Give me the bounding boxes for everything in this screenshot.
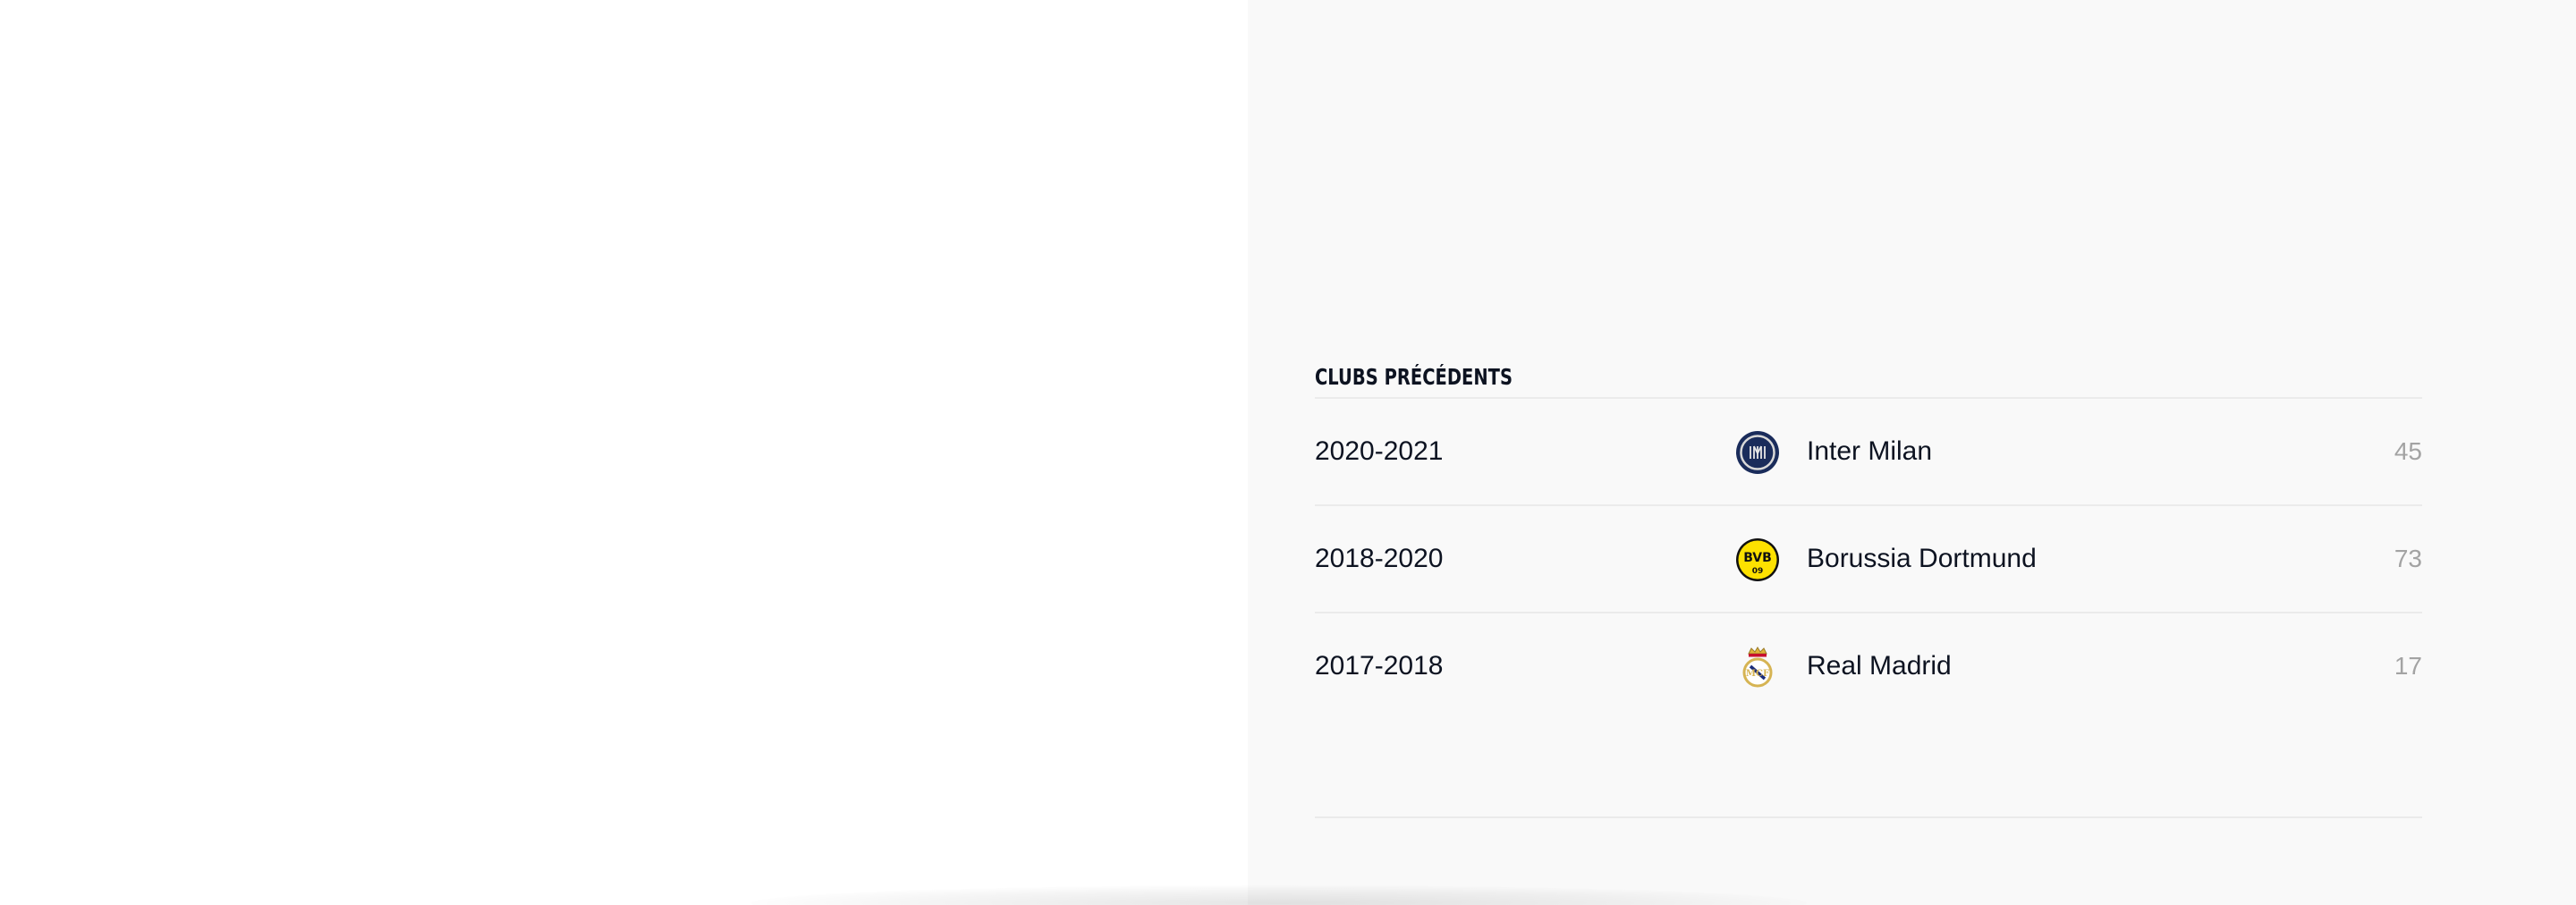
club-row[interactable]: 2017-2018 MCF Real Madrid 17 [1315, 613, 2422, 719]
club-name: Inter Milan [1807, 436, 1933, 466]
section-bottom-divider [1315, 816, 2422, 818]
svg-text:BVB: BVB [1743, 551, 1772, 565]
page: CLUBS PRÉCÉDENTS 2020-2021 Inter Milan 4… [0, 0, 2576, 905]
real-madrid-crest-icon: MCF [1735, 645, 1780, 689]
club-period: 2020-2021 [1315, 436, 1444, 466]
previous-clubs-section: CLUBS PRÉCÉDENTS 2020-2021 Inter Milan 4… [1315, 358, 2422, 719]
svg-text:MCF: MCF [1746, 669, 1769, 679]
club-period: 2017-2018 [1315, 651, 1444, 681]
club-row[interactable]: 2020-2021 Inter Milan 45 [1315, 399, 2422, 506]
borussia-dortmund-crest-icon: BVB 09 [1735, 537, 1780, 582]
club-appearances: 45 [2394, 437, 2422, 465]
club-appearances: 73 [2394, 545, 2422, 572]
inter-milan-crest-icon [1735, 430, 1780, 475]
club-row[interactable]: 2018-2020 BVB 09 Borussia Dortmund 73 [1315, 506, 2422, 613]
section-title: CLUBS PRÉCÉDENTS [1315, 364, 1513, 390]
club-name: Borussia Dortmund [1807, 544, 2037, 573]
svg-text:09: 09 [1752, 567, 1764, 576]
left-pane [0, 0, 1248, 905]
club-appearances: 17 [2394, 652, 2422, 680]
club-name: Real Madrid [1807, 651, 1952, 681]
club-period: 2018-2020 [1315, 544, 1444, 573]
